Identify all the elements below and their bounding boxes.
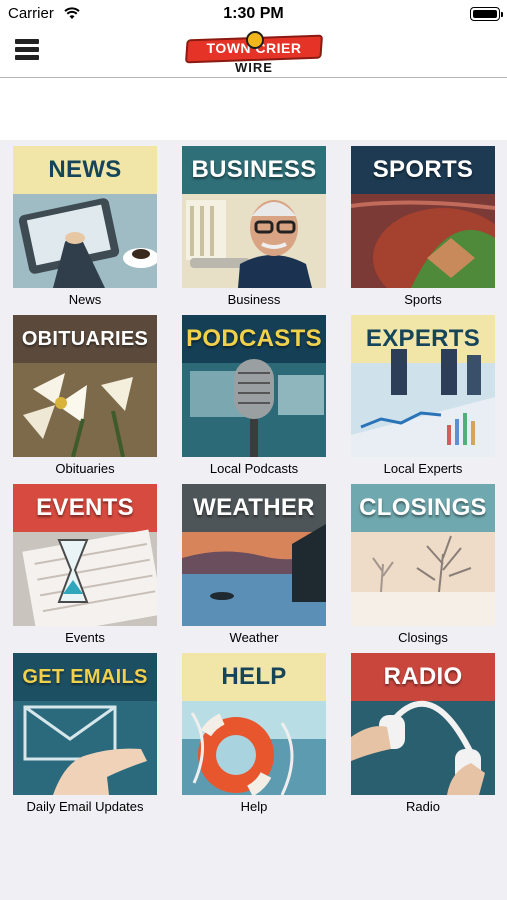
- tile-title-sports: SPORTS: [372, 156, 474, 183]
- obituaries-image: OBITUARIES: [13, 315, 157, 457]
- tile-title-obituaries: OBITUARIES: [21, 327, 149, 350]
- radio-image: RADIO: [351, 653, 495, 795]
- tile-label-events: Events: [65, 630, 105, 645]
- tile-title-experts: EXPERTS: [365, 325, 481, 352]
- tile-title-help: HELP: [221, 663, 287, 690]
- podcasts-image: PODCASTS: [182, 315, 326, 457]
- tile-label-closings: Closings: [398, 630, 448, 645]
- business-image: BUSINESS: [182, 146, 326, 288]
- crier-badge-icon: [246, 31, 264, 49]
- tile-title-business: BUSINESS: [191, 156, 317, 183]
- battery-icon: [470, 7, 503, 21]
- tile-news[interactable]: NEWS News: [13, 146, 157, 311]
- tile-help[interactable]: HELP Help: [182, 653, 326, 818]
- app-screen: Carrier 1:30 PM TOWN CRIER WIRE NEWS New…: [0, 0, 507, 900]
- tile-title-closings: CLOSINGS: [359, 494, 487, 521]
- tile-get-emails[interactable]: GET EMAILS Daily Email Updates: [13, 653, 157, 818]
- tile-title-get-emails: GET EMAILS: [22, 665, 148, 688]
- tile-sports[interactable]: SPORTS Sports: [351, 146, 495, 311]
- tile-label-news: News: [68, 292, 102, 307]
- tile-label-obituaries: Obituaries: [55, 461, 115, 476]
- closings-image: CLOSINGS: [351, 484, 495, 626]
- tile-label-experts: Local Experts: [383, 461, 463, 476]
- get-emails-image: GET EMAILS: [13, 653, 157, 795]
- events-image: EVENTS: [13, 484, 157, 626]
- tile-label-podcasts: Local Podcasts: [209, 461, 299, 476]
- tile-weather[interactable]: WEATHER Weather: [182, 484, 326, 649]
- tile-experts[interactable]: EXPERTS Local Experts: [351, 315, 495, 480]
- tile-title-news: NEWS: [48, 156, 122, 183]
- tile-title-weather: WEATHER: [193, 494, 315, 521]
- tile-label-get-emails: Daily Email Updates: [26, 799, 144, 814]
- tile-title-radio: RADIO: [383, 663, 463, 690]
- logo-bottom-text: WIRE: [235, 60, 273, 75]
- help-image: HELP: [182, 653, 326, 795]
- tile-closings[interactable]: CLOSINGS Closings: [351, 484, 495, 649]
- tile-label-weather: Weather: [229, 630, 279, 645]
- town-crier-wire-logo[interactable]: TOWN CRIER WIRE: [184, 31, 324, 75]
- tile-label-help: Help: [240, 799, 268, 814]
- tile-podcasts[interactable]: PODCASTS Local Podcasts: [182, 315, 326, 480]
- tile-label-sports: Sports: [404, 292, 442, 307]
- weather-image: WEATHER: [182, 484, 326, 626]
- tile-title-podcasts: PODCASTS: [186, 325, 322, 352]
- tile-business[interactable]: BUSINESS Business: [182, 146, 326, 311]
- experts-image: EXPERTS: [351, 315, 495, 457]
- tile-events[interactable]: EVENTS Events: [13, 484, 157, 649]
- news-image: NEWS: [13, 146, 157, 288]
- hamburger-menu-icon[interactable]: [15, 39, 39, 61]
- status-bar: Carrier 1:30 PM: [0, 0, 507, 28]
- sports-image: SPORTS: [351, 146, 495, 288]
- nav-bar: TOWN CRIER WIRE: [0, 28, 507, 78]
- tile-title-events: EVENTS: [36, 494, 134, 521]
- tile-label-radio: Radio: [406, 799, 440, 814]
- tile-radio[interactable]: RADIO Radio: [351, 653, 495, 818]
- tile-label-business: Business: [227, 292, 281, 307]
- header-area: Carrier 1:30 PM TOWN CRIER WIRE: [0, 0, 507, 140]
- tile-obituaries[interactable]: OBITUARIES Obituaries: [13, 315, 157, 480]
- status-time: 1:30 PM: [223, 5, 284, 22]
